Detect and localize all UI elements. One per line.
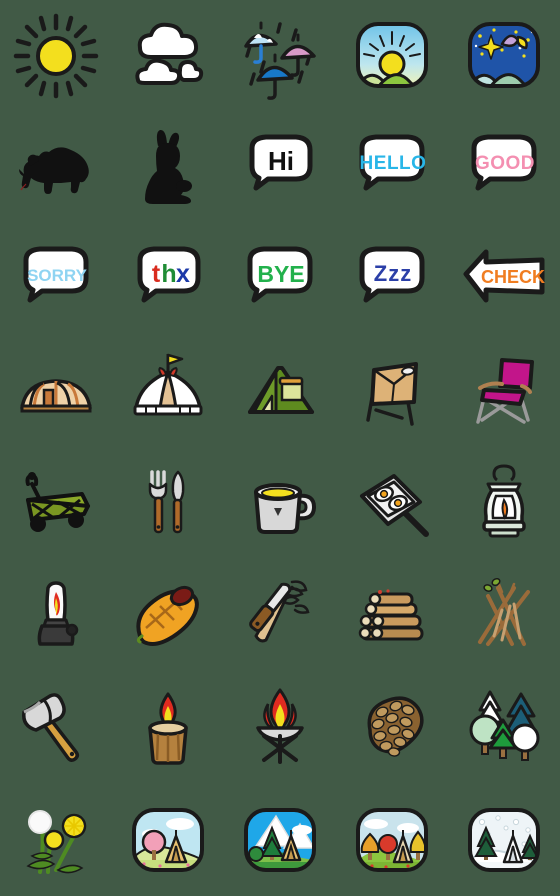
- emoji-cell-speech-bubble-bye[interactable]: BYE: [224, 224, 336, 336]
- emoji-cell-speech-bubble-sorry[interactable]: SORRY: [0, 224, 112, 336]
- emoji-cell-knife-feather-stick[interactable]: Knife and feather stick: [224, 560, 336, 672]
- emoji-cell-camp-scene-summer[interactable]: Summer camp scene: [224, 784, 336, 896]
- emoji-cell-starry-night[interactable]: Starry night sky: [448, 0, 560, 112]
- emoji-cell-log-pile[interactable]: Stacked firewood logs: [336, 560, 448, 672]
- emoji-cell-forest-trees[interactable]: Forest trees: [448, 672, 560, 784]
- emoji-cell-tarp-shelter[interactable]: Tarp shelter: [0, 336, 112, 448]
- emoji-cell-skillet-eggs[interactable]: Skillet with fried eggs: [336, 448, 448, 560]
- emoji-cell-rain-umbrellas[interactable]: Rain with umbrellas: [224, 0, 336, 112]
- bubble-text: BYE: [257, 261, 304, 287]
- emoji-cell-camp-scene-winter[interactable]: Winter camp scene: [448, 784, 560, 896]
- emoji-cell-camp-chair-tan[interactable]: Folding camp chair: [336, 336, 448, 448]
- bubble-letter-x: x: [176, 260, 190, 288]
- emoji-cell-camp-chair-magenta[interactable]: Magenta director chair: [448, 336, 560, 448]
- bubble-text: HELLO: [360, 153, 427, 174]
- emoji-cell-axe[interactable]: Axe: [0, 672, 112, 784]
- emoji-cell-camp-scene-autumn[interactable]: Autumn camp scene: [336, 784, 448, 896]
- emoji-sticker-grid: Sun Clouds: [0, 0, 560, 896]
- emoji-cell-a-frame-tent[interactable]: Green A-frame tent: [224, 336, 336, 448]
- emoji-cell-camp-bread[interactable]: Camp bread / damper: [112, 560, 224, 672]
- emoji-cell-sun[interactable]: Sun: [0, 0, 112, 112]
- emoji-cell-speech-bubble-thx[interactable]: t h x: [112, 224, 224, 336]
- emoji-cell-bear-silhouette[interactable]: Bear silhouette: [0, 112, 112, 224]
- emoji-cell-clouds[interactable]: Clouds: [112, 0, 224, 112]
- emoji-cell-speech-bubble-zzz[interactable]: Zzz: [336, 224, 448, 336]
- emoji-cell-camping-lantern[interactable]: Camping lantern: [448, 448, 560, 560]
- emoji-cell-speech-bubble-hello[interactable]: HELLO: [336, 112, 448, 224]
- emoji-cell-fork-and-knife[interactable]: Fork and knife: [112, 448, 224, 560]
- bubble-text: SORRY: [27, 266, 87, 285]
- arrow-text: CHECK: [481, 267, 545, 287]
- bubble-letter-h: h: [161, 260, 176, 288]
- emoji-cell-sunrise-hills[interactable]: Sunrise over hills: [336, 0, 448, 112]
- emoji-cell-gas-lamp[interactable]: Gas lamp burner: [0, 560, 112, 672]
- emoji-cell-campfire-stand[interactable]: Campfire on fire stand: [224, 672, 336, 784]
- emoji-cell-camp-wagon[interactable]: Camping wagon cart: [0, 448, 112, 560]
- bubble-letter-t: t: [152, 260, 161, 288]
- emoji-cell-pinecone[interactable]: Pinecone: [336, 672, 448, 784]
- emoji-cell-dandelion[interactable]: Dandelion: [0, 784, 112, 896]
- emoji-cell-kindling-twigs[interactable]: Kindling twigs: [448, 560, 560, 672]
- bubble-text: GOOD: [475, 153, 535, 174]
- bubble-text: Zzz: [374, 261, 412, 286]
- emoji-cell-speech-bubble-good[interactable]: GOOD: [448, 112, 560, 224]
- emoji-cell-rabbit-silhouette[interactable]: Rabbit silhouette: [112, 112, 224, 224]
- emoji-cell-camp-scene-spring[interactable]: Spring camp scene: [112, 784, 224, 896]
- emoji-cell-bell-tent[interactable]: Bell tent with flag: [112, 336, 224, 448]
- emoji-cell-swedish-torch[interactable]: Swedish log torch: [112, 672, 224, 784]
- emoji-cell-arrow-check[interactable]: CHECK: [448, 224, 560, 336]
- emoji-cell-enamel-mug[interactable]: Enamel mug: [224, 448, 336, 560]
- bubble-text: Hi: [268, 146, 294, 176]
- emoji-cell-speech-bubble-hi[interactable]: Hi: [224, 112, 336, 224]
